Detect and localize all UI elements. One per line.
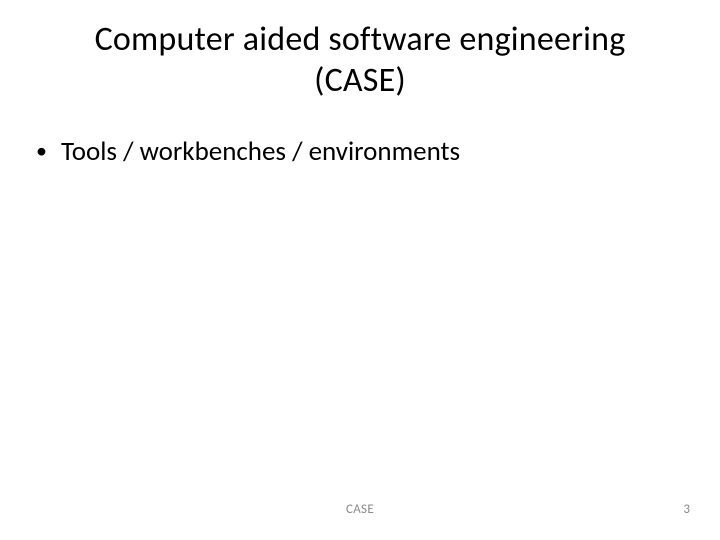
- title-line-2: (CASE): [314, 60, 406, 101]
- bullet-icon: •: [36, 134, 47, 167]
- footer-label: CASE: [346, 502, 374, 517]
- slide-title: Computer aided software engineering (CAS…: [0, 20, 720, 102]
- bullet-item: • Tools / workbenches / environments: [36, 134, 720, 169]
- slide-content: • Tools / workbenches / environments: [0, 134, 720, 169]
- slide-footer: CASE 3: [0, 502, 720, 522]
- title-line-1: Computer aided software engineering: [95, 19, 626, 60]
- page-number: 3: [683, 502, 690, 517]
- bullet-text: Tools / workbenches / environments: [61, 134, 460, 169]
- slide: Computer aided software engineering (CAS…: [0, 0, 720, 540]
